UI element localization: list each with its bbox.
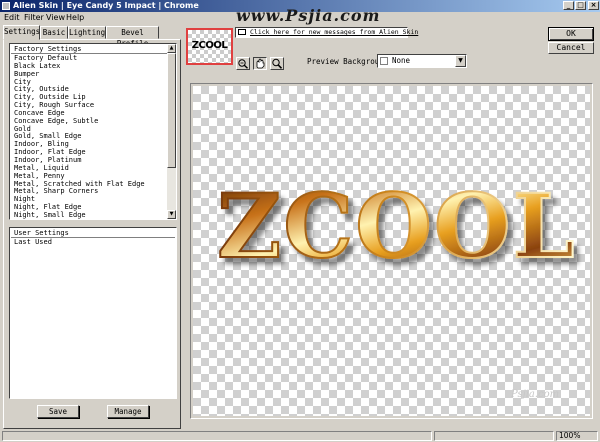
list-item[interactable]: Concave Edge, Subtle [10, 117, 176, 125]
tab-bevel-profile[interactable]: Bevel Profile [106, 26, 159, 48]
app-icon [2, 2, 10, 10]
preview-background-select[interactable]: None ▼ [377, 54, 467, 68]
status-message [2, 431, 432, 441]
list-item[interactable]: Night [10, 195, 176, 203]
user-settings-list[interactable]: User Settings Last Used [9, 227, 177, 399]
preview-text: ZCOOL [217, 174, 576, 278]
message-link[interactable]: Click here for new messages from Alien S… [235, 27, 418, 38]
menu-edit[interactable]: Edit [4, 12, 20, 24]
scroll-down-icon[interactable]: ▼ [167, 210, 176, 219]
list-item[interactable]: City, Outside [10, 85, 176, 93]
background-swatch [380, 57, 388, 65]
chevron-down-icon[interactable]: ▼ [455, 55, 466, 67]
watermark-top: www.Psjia.com [236, 6, 381, 25]
list-item[interactable]: Concave Edge [10, 109, 176, 117]
scroll-up-icon[interactable]: ▲ [167, 44, 176, 53]
preview-canvas[interactable]: ZCOOL Psjia.com [193, 86, 590, 416]
list-item[interactable]: Metal, Liquid [10, 164, 176, 172]
menu-bar: Edit Filter View Help [0, 12, 230, 24]
list-item[interactable]: Night, Flat Edge [10, 203, 176, 211]
menu-view[interactable]: View [46, 12, 65, 24]
user-settings-header: User Settings [11, 229, 175, 238]
list-item[interactable]: Metal, Scratched with Flat Edge [10, 180, 176, 188]
list-item[interactable]: City, Rough Surface [10, 101, 176, 109]
glass-effect-text: ZCOOL [216, 173, 576, 279]
list-item[interactable]: Black Latex [10, 62, 176, 70]
factory-settings-list[interactable]: Factory Settings Factory Default Black L… [9, 43, 177, 220]
status-info [434, 431, 554, 441]
preview-background-value: None [392, 56, 411, 65]
tab-basic[interactable]: Basic [40, 26, 68, 39]
maximize-button[interactable]: □ [575, 1, 586, 10]
tab-settings[interactable]: Settings [3, 25, 40, 40]
window-title: Alien Skin | Eye Candy 5 Impact | Chrome [13, 1, 199, 10]
magnifier-icon[interactable] [270, 57, 284, 70]
thumbnail-text: ZCOOL [191, 40, 228, 51]
menu-help[interactable]: Help [66, 12, 84, 24]
list-item[interactable]: Metal, Sharp Corners [10, 187, 176, 195]
list-item[interactable]: Bumper [10, 70, 176, 78]
save-button[interactable]: Save [37, 405, 79, 418]
menu-filter[interactable]: Filter [24, 12, 44, 24]
list-item[interactable]: Indoor, Flat Edge [10, 148, 176, 156]
tab-lighting[interactable]: Lighting [68, 26, 106, 39]
list-item[interactable]: Metal, Penny [10, 172, 176, 180]
scrollbar-thumb[interactable] [167, 53, 176, 168]
list-item[interactable]: Gold, Small Edge [10, 132, 176, 141]
hand-icon[interactable] [253, 57, 267, 70]
list-item[interactable]: Indoor, Bling [10, 140, 176, 148]
app-window: Alien Skin | Eye Candy 5 Impact | Chrome… [0, 0, 600, 442]
manage-button[interactable]: Manage [107, 405, 149, 418]
list-item[interactable]: Factory Default [10, 54, 176, 62]
close-button[interactable]: × [588, 1, 599, 10]
list-item[interactable]: Indoor, Platinum [10, 156, 176, 164]
zoom-fit-icon[interactable] [236, 57, 250, 70]
preview-thumbnail[interactable]: ZCOOL [186, 28, 233, 65]
factory-settings-header: Factory Settings [11, 45, 175, 54]
status-bar: 100% [0, 430, 600, 442]
message-link-text[interactable]: Click here for new messages from Alien S… [250, 28, 418, 37]
list-item[interactable]: Last Used [10, 238, 176, 246]
list-item[interactable]: Night, Small Edge [10, 211, 176, 219]
ok-button[interactable]: OK [548, 27, 594, 41]
list-item[interactable]: City [10, 78, 176, 86]
minimize-button[interactable]: _ [563, 1, 574, 10]
zoom-level: 100% [556, 431, 598, 441]
envelope-icon [238, 29, 246, 35]
watermark-bottom: Psjia.com [511, 389, 560, 400]
cancel-button[interactable]: Cancel [548, 42, 594, 54]
list-item[interactable]: City, Outside Lip [10, 93, 176, 101]
list-item[interactable]: Gold [10, 125, 176, 133]
